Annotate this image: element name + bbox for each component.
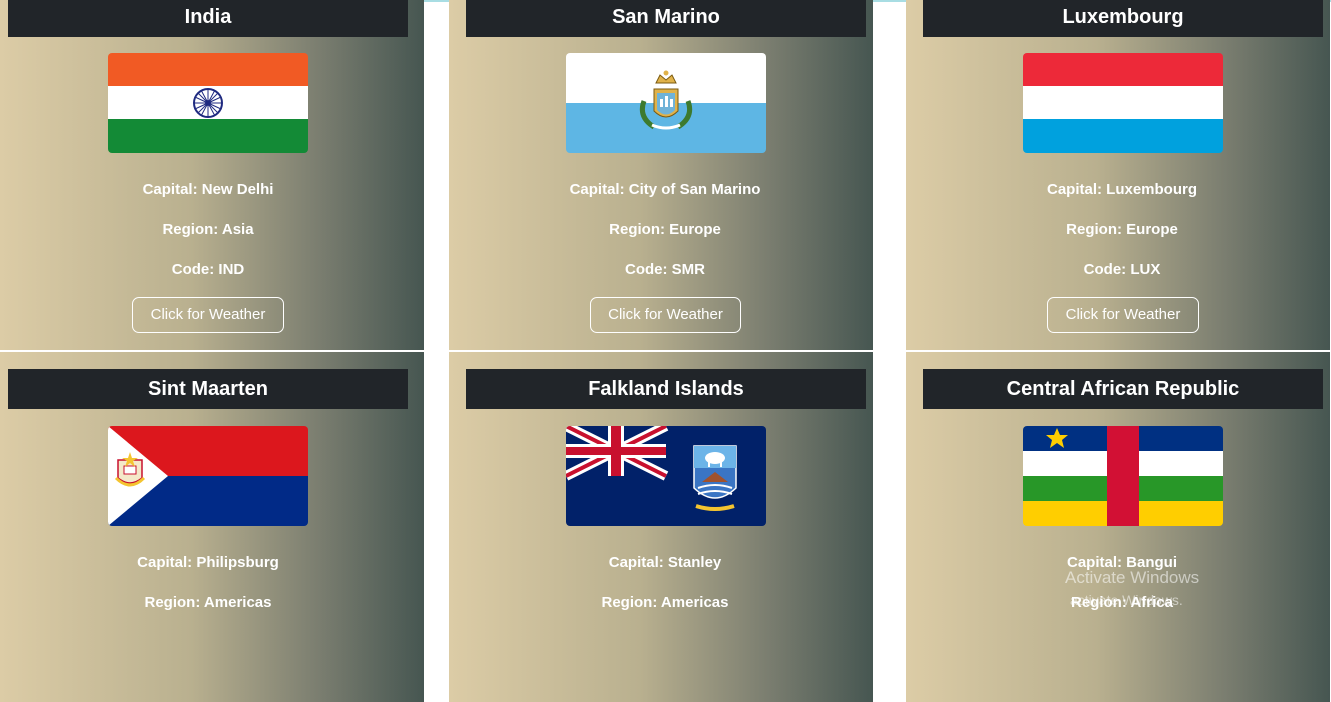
code-text: Code: IND <box>171 261 245 278</box>
country-card-falkland-islands: Falkland Islands Capital: Stanley Region… <box>449 352 873 702</box>
weather-button[interactable]: Click for Weather <box>1047 297 1199 333</box>
capital-text: Capital: Stanley <box>608 554 722 571</box>
capital-text: Capital: City of San Marino <box>569 181 761 198</box>
country-card-sint-maarten: Sint Maarten Capital: Philipsburg Region… <box>0 352 424 702</box>
region-text: Region: Europe <box>609 221 721 238</box>
flag-central-african-republic-icon <box>1023 426 1223 526</box>
capital-text: Capital: Philipsburg <box>137 554 279 571</box>
flag-falkland-islands-icon <box>566 426 766 526</box>
card-title: Central African Republic <box>923 369 1323 409</box>
capital-text: Capital: Luxembourg <box>1046 181 1197 198</box>
card-title: India <box>8 0 408 37</box>
flag-india-icon <box>108 53 308 153</box>
activate-windows-title: Activate Windows <box>1065 568 1200 587</box>
region-text: Region: Europe <box>1066 221 1178 238</box>
card-title: San Marino <box>466 0 866 37</box>
country-card-central-african-republic: Central African Republic Capital: Bangui… <box>906 352 1330 702</box>
flag-sint-maarten-icon <box>108 426 308 526</box>
capital-text: Capital: New Delhi <box>142 181 274 198</box>
country-card-luxembourg: Luxembourg Capital: Luxembourg Region: E… <box>906 0 1330 350</box>
activate-windows-subtitle: activate Windows. <box>1070 592 1183 608</box>
flag-san-marino-icon <box>566 53 766 153</box>
code-text: Code: SMR <box>625 261 705 278</box>
country-card-india: India Capital: New Delhi Region: Asia Co… <box>0 0 424 350</box>
region-text: Region: Asia <box>162 221 254 238</box>
code-text: Code: LUX <box>1083 261 1161 278</box>
region-text: Region: Americas <box>601 594 729 611</box>
region-text: Region: Americas <box>144 594 272 611</box>
weather-button[interactable]: Click for Weather <box>590 297 741 333</box>
card-title: Luxembourg <box>923 0 1323 37</box>
weather-button[interactable]: Click for Weather <box>132 297 284 333</box>
card-title: Sint Maarten <box>8 369 408 409</box>
card-title: Falkland Islands <box>466 369 866 409</box>
flag-luxembourg-icon <box>1023 53 1223 153</box>
country-card-san-marino: San Marino Capital: City of San Marino R… <box>449 0 873 350</box>
